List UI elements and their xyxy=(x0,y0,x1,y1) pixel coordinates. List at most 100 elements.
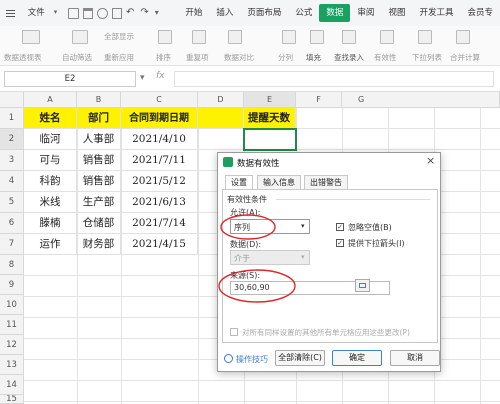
tab-insert[interactable]: 插入 xyxy=(209,4,240,22)
header-cell-name[interactable]: 姓名 xyxy=(24,108,77,129)
data-select[interactable]: 介于 ▾ xyxy=(230,250,310,265)
redo-icon[interactable]: ↷ xyxy=(140,7,150,19)
allow-select[interactable]: 序列 ▾ xyxy=(230,219,310,234)
row-header-7[interactable]: 7 xyxy=(0,234,24,255)
cell-date[interactable]: 2021/4/15 xyxy=(121,234,198,255)
ignore-blank-checkbox[interactable]: ✓ xyxy=(336,223,344,231)
cell-date[interactable]: 2021/5/12 xyxy=(121,171,198,192)
undo-icon[interactable]: ↶ xyxy=(126,7,136,19)
tab-error-alert[interactable]: 出错警告 xyxy=(304,175,348,189)
cell-department[interactable]: 仓储部 xyxy=(77,213,121,234)
cell-name[interactable]: 临河 xyxy=(24,129,77,150)
chevron-down-icon[interactable]: ▾ xyxy=(54,8,64,19)
dropdown-list-button[interactable]: 下拉列表 xyxy=(412,52,442,63)
cell-department[interactable]: 人事部 xyxy=(77,129,121,150)
row-header-8[interactable]: 8 xyxy=(0,255,24,275)
chevron-down-icon[interactable]: ▾ xyxy=(140,73,145,83)
copy-icon[interactable] xyxy=(111,7,122,19)
tab-input-message[interactable]: 输入信息 xyxy=(257,175,301,189)
tab-home[interactable]: 开始 xyxy=(178,4,209,22)
split-column-button[interactable]: 分列 xyxy=(278,52,293,63)
apply-all-checkbox[interactable] xyxy=(230,328,238,336)
preview-icon[interactable] xyxy=(97,7,108,19)
column-header-e[interactable]: E xyxy=(244,92,296,108)
row-header-1[interactable]: 1 xyxy=(0,108,24,129)
data-compare-button[interactable]: 数据对比 xyxy=(224,52,254,63)
row-header-10[interactable]: 10 xyxy=(0,295,24,315)
column-header-g[interactable]: G xyxy=(342,92,500,108)
cell-department[interactable]: 财务部 xyxy=(77,234,121,255)
tab-page-layout[interactable]: 页面布局 xyxy=(240,4,288,22)
header-cell-reminder-days[interactable]: 提醒天数 xyxy=(244,108,296,129)
auto-filter-button[interactable]: 自动筛选 xyxy=(62,52,92,63)
cell-name[interactable]: 滕楠 xyxy=(24,213,77,234)
column-header-f[interactable]: F xyxy=(296,92,342,108)
cell-date[interactable]: 2021/4/10 xyxy=(121,129,198,150)
cell-name[interactable]: 运作 xyxy=(24,234,77,255)
tab-developer[interactable]: 开发工具 xyxy=(412,4,460,22)
range-picker-glyph xyxy=(359,283,366,288)
tab-member[interactable]: 会员专 xyxy=(460,4,500,22)
cell-department[interactable]: 销售部 xyxy=(77,171,121,192)
menu-icon[interactable] xyxy=(0,9,21,17)
row-header-13[interactable]: 13 xyxy=(0,355,24,375)
reapply-button[interactable]: 重新应用 xyxy=(104,52,134,63)
tab-data[interactable]: 数据 xyxy=(319,4,351,22)
clear-all-button[interactable]: 全部清除(C) xyxy=(275,350,325,366)
row-header-11[interactable]: 11 xyxy=(0,315,24,335)
sort-button[interactable]: 排序 xyxy=(156,52,171,63)
formula-input[interactable] xyxy=(174,71,494,87)
split-column-icon xyxy=(282,30,296,44)
row-header-6[interactable]: 6 xyxy=(0,213,24,234)
fill-button[interactable]: 填充 xyxy=(306,52,321,63)
show-all-button[interactable]: 全部显示 xyxy=(104,31,134,42)
duplicates-button[interactable]: 重复项 xyxy=(186,52,209,63)
tab-view[interactable]: 视图 xyxy=(381,4,412,22)
header-cell-department[interactable]: 部门 xyxy=(77,108,121,129)
row-header-14[interactable]: 14 xyxy=(0,375,24,395)
selected-cell-e2[interactable] xyxy=(243,128,297,151)
cell-name[interactable]: 科韵 xyxy=(24,171,77,192)
select-all-corner[interactable] xyxy=(0,92,24,108)
column-header-d[interactable]: D xyxy=(198,92,244,108)
cell-name[interactable]: 米线 xyxy=(24,192,77,213)
header-cell-empty[interactable] xyxy=(198,108,244,129)
lookup-entry-button[interactable]: 查找录入 xyxy=(334,52,364,63)
ok-button[interactable]: 确定 xyxy=(332,350,382,366)
row-header-12[interactable]: 12 xyxy=(0,335,24,355)
close-icon[interactable]: × xyxy=(426,154,435,167)
header-cell-contract-date[interactable]: 合同到期日期 xyxy=(121,108,198,129)
more-icon[interactable]: ▾ xyxy=(155,8,165,19)
print-icon[interactable] xyxy=(82,7,94,19)
save-icon[interactable] xyxy=(68,7,79,19)
validity-button[interactable]: 有效性 xyxy=(374,52,397,63)
column-header-a[interactable]: A xyxy=(24,92,77,108)
tab-formulas[interactable]: 公式 xyxy=(288,4,319,22)
range-picker-icon[interactable] xyxy=(355,279,370,292)
tips-icon[interactable] xyxy=(224,354,233,363)
tab-settings[interactable]: 设置 xyxy=(225,175,253,190)
row-header-15[interactable]: 15 xyxy=(0,395,24,404)
cell-date[interactable]: 2021/7/11 xyxy=(121,150,198,171)
row-header-9[interactable]: 9 xyxy=(0,275,24,295)
tab-review[interactable]: 审阅 xyxy=(350,4,381,22)
column-header-c[interactable]: C xyxy=(121,92,198,108)
cell-date[interactable]: 2021/7/14 xyxy=(121,213,198,234)
row-header-5[interactable]: 5 xyxy=(0,192,24,213)
function-icon[interactable]: fx xyxy=(156,71,165,81)
cell-department[interactable]: 销售部 xyxy=(77,150,121,171)
cell-date[interactable]: 2021/6/13 xyxy=(121,192,198,213)
consolidate-button[interactable]: 合并计算 xyxy=(450,52,480,63)
row-header-4[interactable]: 4 xyxy=(0,171,24,192)
pivot-table-button[interactable]: 数据透视表 xyxy=(4,52,42,63)
row-header-3[interactable]: 3 xyxy=(0,150,24,171)
cell-department[interactable]: 生产部 xyxy=(77,192,121,213)
file-menu[interactable]: 文件 xyxy=(21,4,52,22)
column-header-b[interactable]: B xyxy=(77,92,121,108)
dropdown-arrow-checkbox[interactable]: ✓ xyxy=(336,239,344,247)
row-header-2[interactable]: 2 xyxy=(0,129,24,150)
tips-link[interactable]: 操作技巧 xyxy=(236,354,268,365)
cell-name[interactable]: 可与 xyxy=(24,150,77,171)
cancel-button[interactable]: 取消 xyxy=(390,350,440,366)
name-box[interactable]: E2 xyxy=(4,71,136,87)
